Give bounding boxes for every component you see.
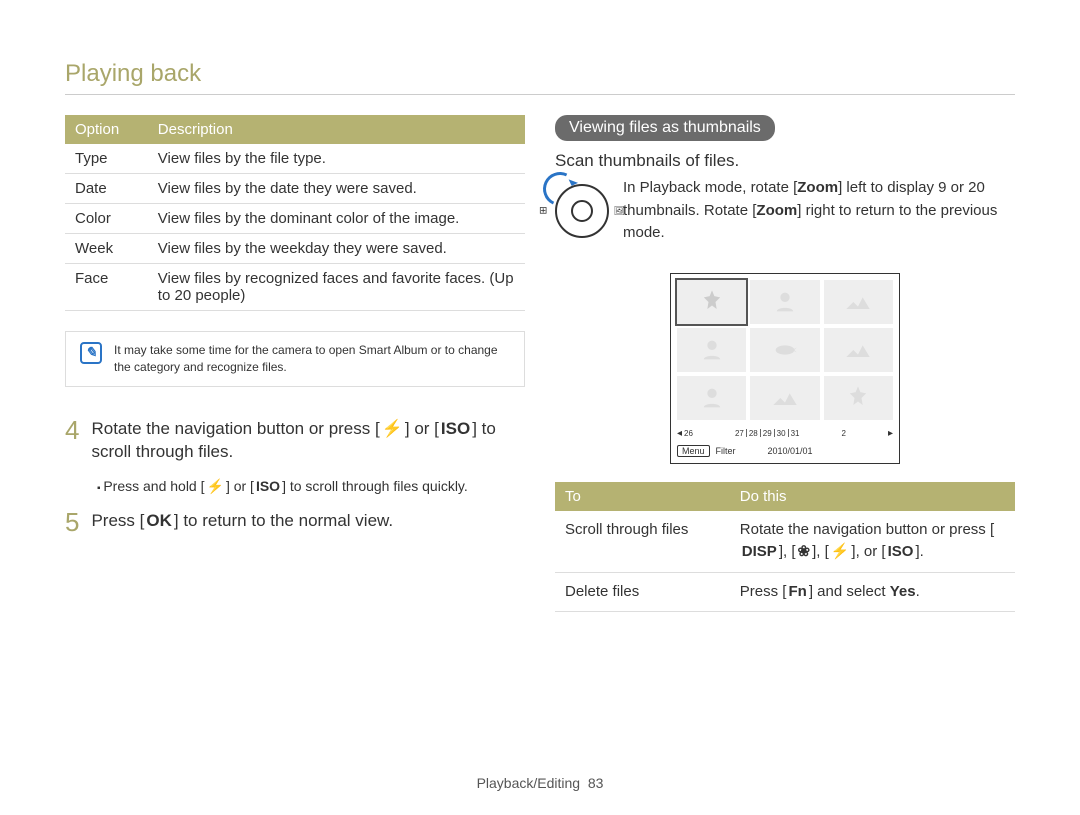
thumbnail <box>750 280 819 324</box>
thumbnail-selected <box>677 280 746 324</box>
zoom-dial-icon <box>555 184 609 238</box>
options-header-desc: Description <box>148 115 525 144</box>
table-row: Delete files Press [Fn] and select Yes. <box>555 572 1015 612</box>
thumbnail-grid-icon <box>539 203 547 218</box>
options-header-option: Option <box>65 115 148 144</box>
thumbnail <box>677 376 746 420</box>
option-desc: View files by the dominant color of the … <box>148 204 525 234</box>
todo-header-to: To <box>555 482 730 511</box>
option-desc: View files by the file type. <box>148 144 525 174</box>
option-label: Color <box>65 204 148 234</box>
thumbnail-instruction: In Playback mode, rotate [Zoom] left to … <box>555 177 1015 245</box>
option-label: Date <box>65 174 148 204</box>
timeline-day: 2 <box>842 429 846 438</box>
todo-dothis: Rotate the navigation button or press [D… <box>730 511 1015 573</box>
table-header-row: To Do this <box>555 482 1015 511</box>
todo-to: Scroll through files <box>555 511 730 573</box>
preview-date: 2010/01/01 <box>768 446 813 456</box>
table-row: Type View files by the file type. <box>65 144 525 174</box>
timeline-day: 26 <box>684 429 693 438</box>
table-row: Scroll through files Rotate the navigati… <box>555 511 1015 573</box>
subsection-chip: Viewing files as thumbnails <box>555 115 775 141</box>
todo-to: Delete files <box>555 572 730 612</box>
table-row: Face View files by recognized faces and … <box>65 264 525 311</box>
thumbnail <box>750 376 819 420</box>
timeline-day: 30 <box>777 429 786 438</box>
timeline-day: 28 <box>749 429 758 438</box>
disp-icon: DISP <box>740 541 779 564</box>
table-header-row: Option Description <box>65 115 525 144</box>
thumbnail <box>824 280 893 324</box>
table-row: Week View files by the weekday they were… <box>65 234 525 264</box>
thumbnail-preview: ◂ 26 27 28 29 30 31 2 ▸ <box>670 273 900 464</box>
step-number: 5 <box>65 509 79 535</box>
timeline-day: 31 <box>791 429 800 438</box>
step-5: 5 Press [OK] to return to the normal vie… <box>65 509 525 535</box>
step-text: Rotate the navigation button or press [⚡… <box>91 417 525 465</box>
page-footer: Playback/Editing 83 <box>0 775 1080 791</box>
menu-button-label: Menu <box>677 445 710 457</box>
iso-icon: ISO <box>886 541 916 564</box>
flash-icon: ⚡ <box>380 417 405 441</box>
macro-icon: ❀ <box>795 541 812 564</box>
filter-label: Filter <box>716 446 736 456</box>
todo-header-dothis: Do this <box>730 482 1015 511</box>
option-desc: View files by the date they were saved. <box>148 174 525 204</box>
thumbnail <box>677 328 746 372</box>
subsection-subtitle: Scan thumbnails of files. <box>555 151 1015 171</box>
step-4: 4 Rotate the navigation button or press … <box>65 417 525 465</box>
table-row: Date View files by the date they were sa… <box>65 174 525 204</box>
option-desc: View files by recognized faces and favor… <box>148 264 525 311</box>
options-table: Option Description Type View files by th… <box>65 115 525 311</box>
flash-icon: ⚡ <box>205 478 226 495</box>
note-text: It may take some time for the camera to … <box>114 342 510 376</box>
preview-footer: Menu Filter 2010/01/01 <box>677 441 893 457</box>
note-icon: ✎ <box>80 342 102 364</box>
option-label: Week <box>65 234 148 264</box>
step-text: Press [OK] to return to the normal view. <box>91 509 393 535</box>
table-row: Color View files by the dominant color o… <box>65 204 525 234</box>
timeline-left-arrow-icon: ◂ <box>677 428 682 439</box>
timeline-day: 29 <box>763 429 772 438</box>
note-box: ✎ It may take some time for the camera t… <box>65 331 525 387</box>
option-label: Type <box>65 144 148 174</box>
option-desc: View files by the weekday they were save… <box>148 234 525 264</box>
footer-section: Playback/Editing <box>477 775 581 791</box>
footer-page-number: 83 <box>588 775 604 791</box>
iso-icon: ISO <box>439 417 472 441</box>
left-column: Option Description Type View files by th… <box>65 115 525 612</box>
timeline-day: 27 <box>735 429 744 438</box>
section-title: Playing back <box>65 60 1015 95</box>
thumbnail <box>750 328 819 372</box>
step-number: 4 <box>65 417 79 465</box>
flash-icon: ⚡ <box>829 541 852 564</box>
todo-table: To Do this Scroll through files Rotate t… <box>555 482 1015 613</box>
ok-icon: OK <box>144 509 174 533</box>
fn-icon: Fn <box>786 581 808 604</box>
thumbnail <box>824 328 893 372</box>
timeline-right-arrow-icon: ▸ <box>888 428 893 439</box>
iso-icon: ISO <box>254 478 282 494</box>
todo-dothis: Press [Fn] and select Yes. <box>730 572 1015 612</box>
thumbnail <box>824 376 893 420</box>
instruction-text: In Playback mode, rotate [Zoom] left to … <box>623 177 1015 245</box>
option-label: Face <box>65 264 148 311</box>
preview-timeline: ◂ 26 27 28 29 30 31 2 ▸ <box>677 426 893 441</box>
right-column: Viewing files as thumbnails Scan thumbna… <box>555 115 1015 612</box>
substep: Press and hold [⚡] or [ISO] to scroll th… <box>97 478 525 495</box>
single-image-icon <box>614 203 625 218</box>
